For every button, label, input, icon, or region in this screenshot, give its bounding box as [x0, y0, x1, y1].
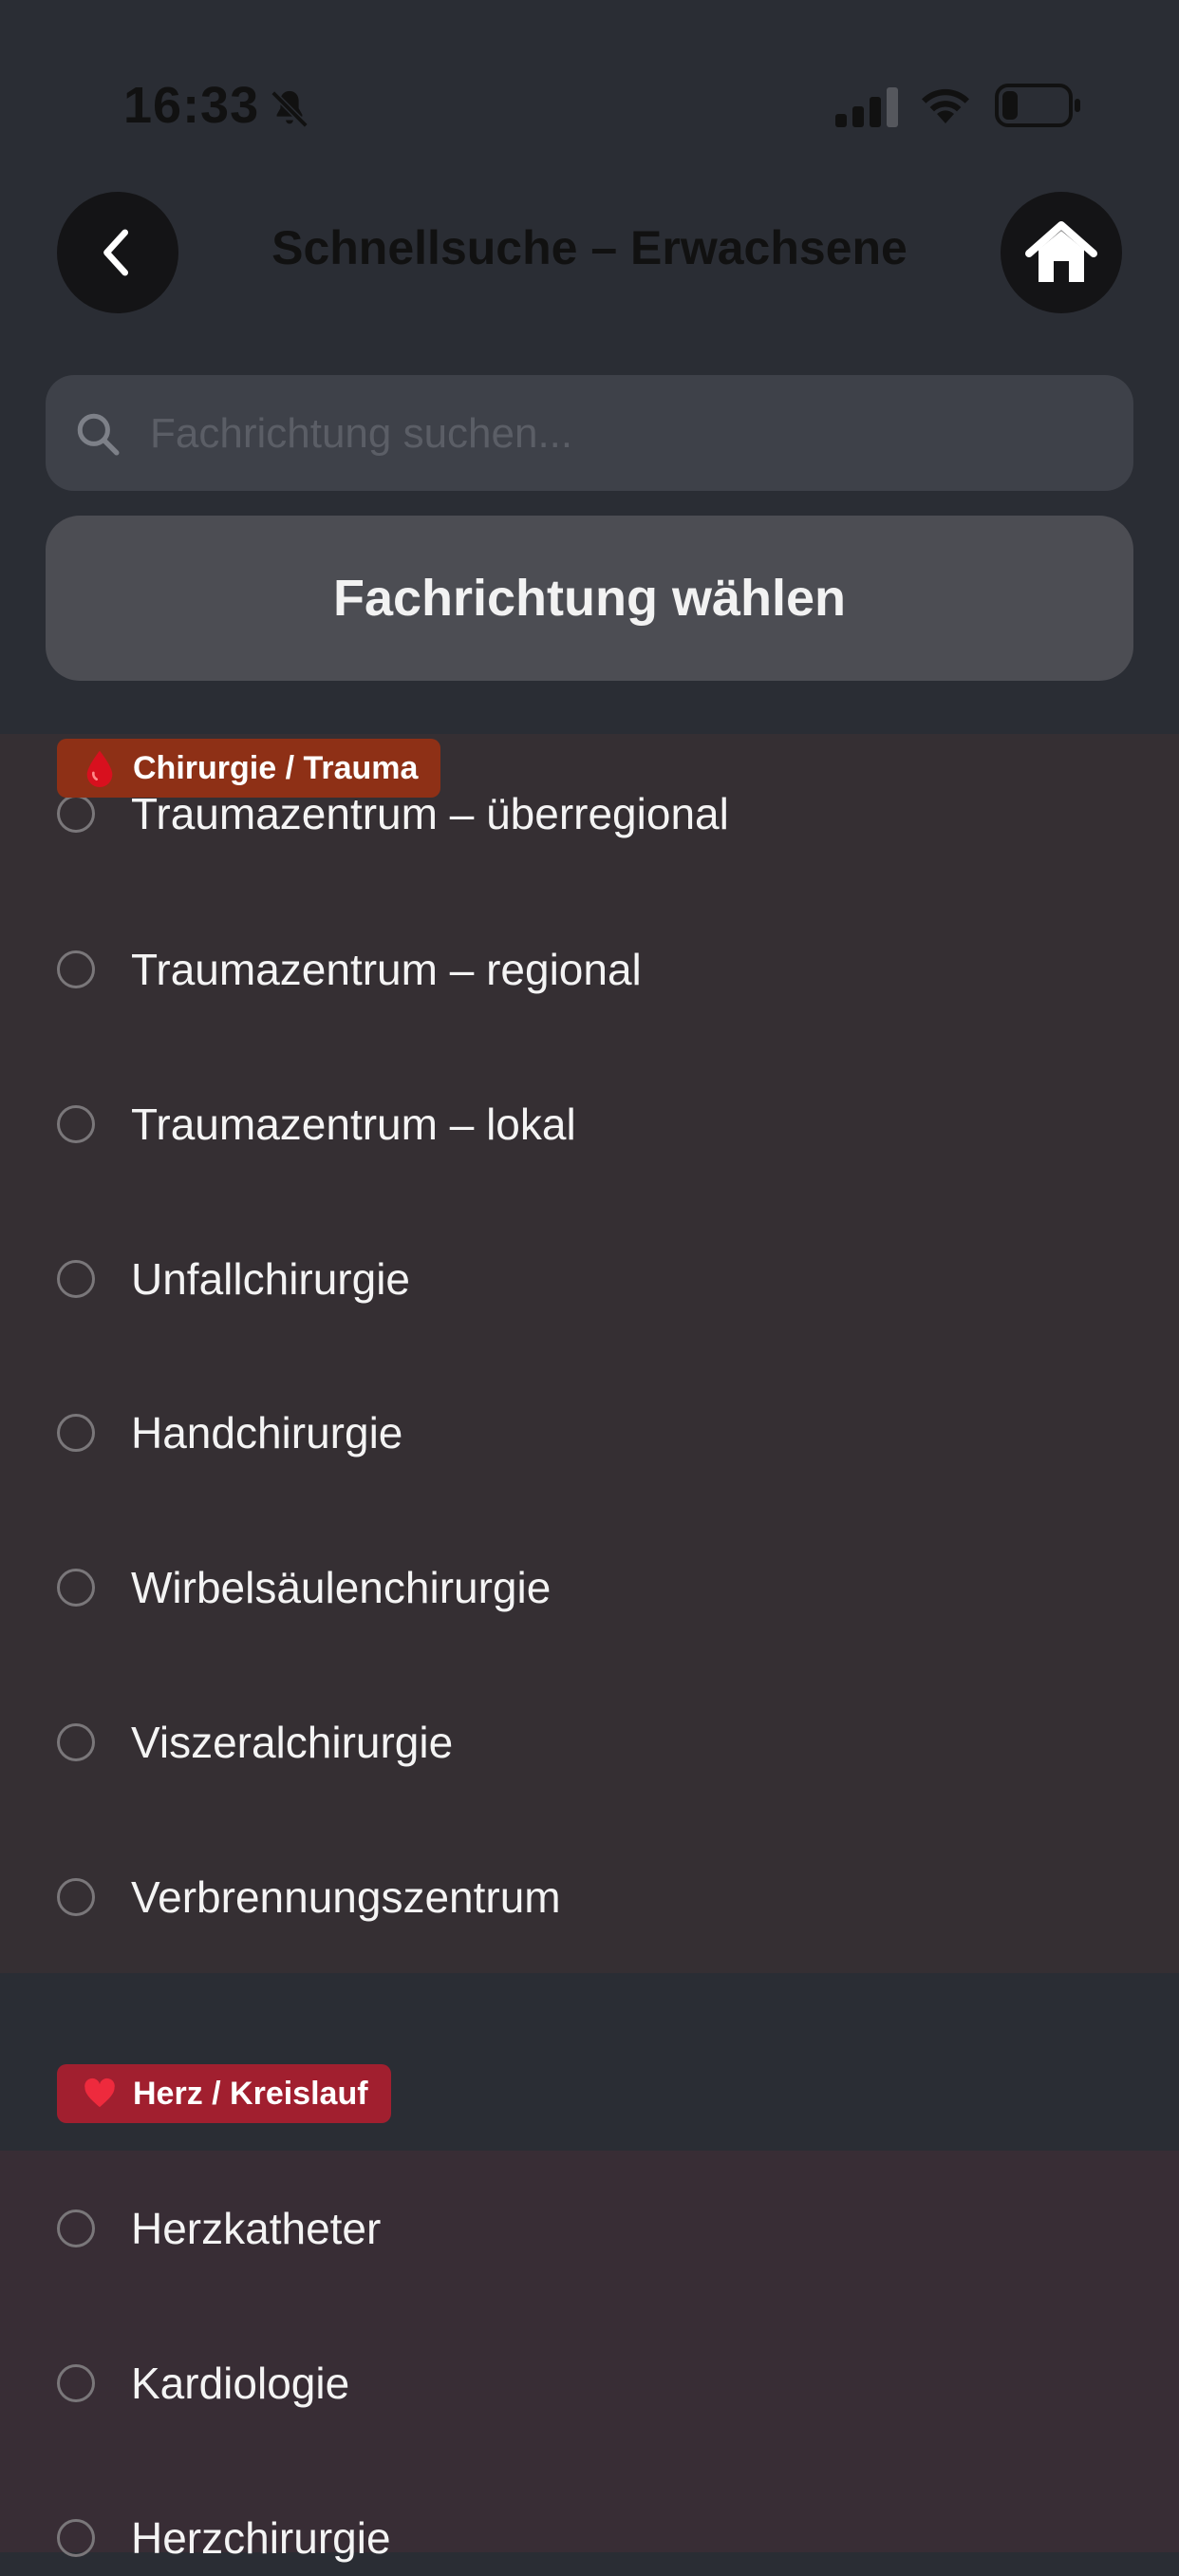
list-item-label: Unfallchirurgie	[131, 1254, 411, 1304]
list-item-label: Traumazentrum – lokal	[131, 1100, 576, 1149]
radio-button[interactable]	[57, 1878, 95, 1916]
list-item[interactable]: Traumazentrum – lokal	[57, 1086, 1120, 1162]
radio-button[interactable]	[57, 2209, 95, 2247]
list-item[interactable]: Viszeralchirurgie	[57, 1704, 1120, 1780]
wifi-icon	[922, 88, 969, 123]
radio-button[interactable]	[57, 1260, 95, 1298]
radio-button[interactable]	[57, 795, 95, 833]
category-badge-label: Chirurgie / Trauma	[133, 749, 419, 786]
category-badge-label: Herz / Kreislauf	[133, 2075, 368, 2112]
blood-drop-icon	[86, 750, 113, 787]
bell-slash-icon	[271, 90, 309, 128]
list-item[interactable]: Herzkatheter	[57, 2191, 1120, 2266]
home-icon	[1025, 221, 1097, 282]
radio-button[interactable]	[57, 1105, 95, 1143]
list-item-label: Kardiologie	[131, 2359, 350, 2408]
heart-icon	[84, 2078, 115, 2108]
category-badge: Chirurgie / Trauma	[57, 739, 441, 798]
section-chirurgie-trauma	[0, 734, 1179, 1973]
radio-button[interactable]	[57, 1723, 95, 1761]
radio-button[interactable]	[57, 2364, 95, 2402]
page-title: Schnellsuche – Erwachsene	[271, 221, 908, 274]
radio-button[interactable]	[57, 2519, 95, 2557]
category-badge: Herz / Kreislauf	[57, 2064, 391, 2123]
radio-button[interactable]	[57, 950, 95, 988]
radio-button[interactable]	[57, 1414, 95, 1452]
list-item[interactable]: Wirbelsäulenchirurgie	[57, 1550, 1120, 1626]
list-item-label: Herzkatheter	[131, 2204, 382, 2253]
status-time: 16:33	[123, 77, 260, 134]
search-input[interactable]	[148, 375, 1101, 493]
search-icon	[77, 413, 120, 456]
list-item[interactable]: Handchirurgie	[57, 1395, 1120, 1471]
list-item-label: Viszeralchirurgie	[131, 1718, 454, 1767]
chevron-left-icon	[103, 229, 129, 276]
list-item[interactable]: Kardiologie	[57, 2345, 1120, 2421]
list-item-label: Traumazentrum – regional	[131, 945, 642, 994]
list-item-label: Herzchirurgie	[131, 2513, 391, 2563]
list-item[interactable]: Herzchirurgie	[57, 2500, 1120, 2576]
list-item-label: Verbrennungszentrum	[131, 1872, 561, 1922]
radio-button[interactable]	[57, 1569, 95, 1607]
home-button[interactable]	[1001, 192, 1122, 313]
list-item[interactable]: Traumazentrum – regional	[57, 931, 1120, 1007]
list-item[interactable]: Verbrennungszentrum	[57, 1859, 1120, 1935]
list-item-label: Wirbelsäulenchirurgie	[131, 1563, 552, 1612]
list-item-label: Handchirurgie	[131, 1408, 403, 1457]
select-specialty-button[interactable]: Fachrichtung wählen	[46, 516, 1133, 681]
list-item[interactable]: Unfallchirurgie	[57, 1241, 1120, 1317]
battery-icon	[995, 84, 1080, 127]
cellular-signal-icon	[835, 87, 898, 127]
back-button[interactable]	[57, 192, 178, 313]
